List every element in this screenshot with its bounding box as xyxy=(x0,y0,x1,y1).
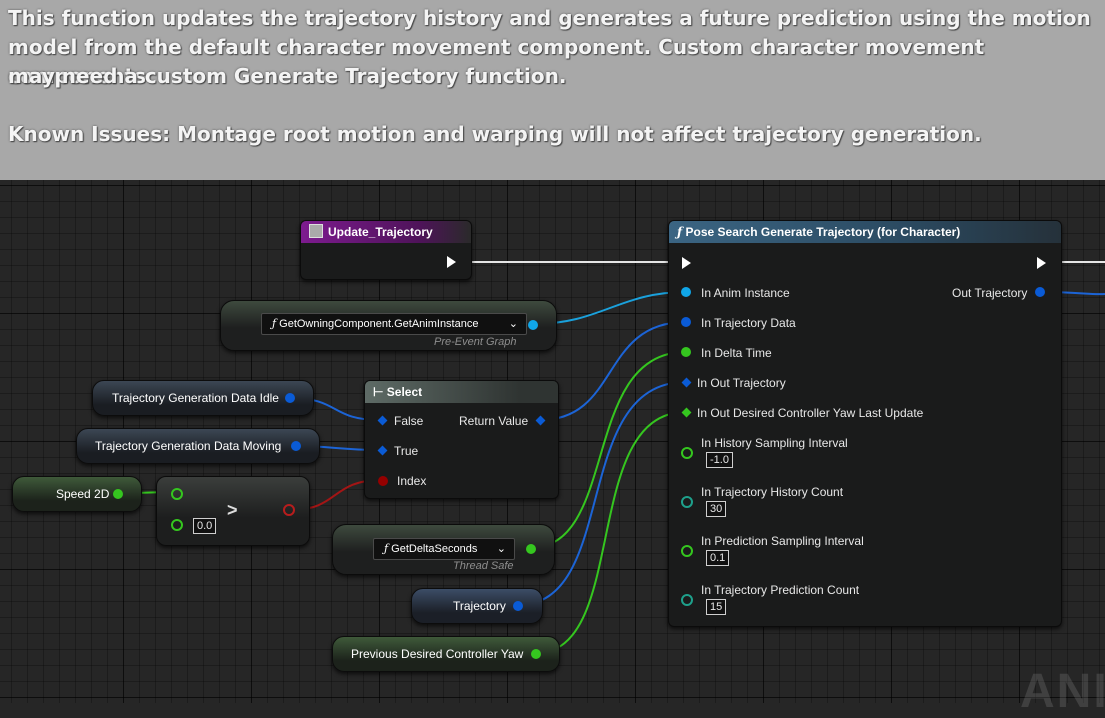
select-title: Select xyxy=(386,385,423,399)
var-speed-2d[interactable]: Speed 2D xyxy=(12,476,142,512)
delta-seconds-label: GetDeltaSeconds xyxy=(391,543,478,555)
in-prediction-sampling-interval-label: In Prediction Sampling Interval xyxy=(701,534,864,548)
compare-operator: > xyxy=(227,500,238,520)
in-out-yaw-label: In Out Desired Controller Yaw Last Updat… xyxy=(697,406,924,420)
select-false-pin[interactable] xyxy=(377,415,388,426)
delta-seconds-out-pin[interactable] xyxy=(526,544,536,554)
in-anim-instance-pin[interactable] xyxy=(681,287,691,297)
yaw-var-label: Previous Desired Controller Yaw xyxy=(351,647,524,661)
history-sampling-interval-input[interactable]: -1.0 xyxy=(706,452,733,468)
select-index-pin[interactable] xyxy=(378,476,388,486)
exec-in-pin[interactable] xyxy=(682,257,691,269)
trajectory-prediction-count-input[interactable]: 15 xyxy=(706,599,727,615)
moving-var-label: Trajectory Generation Data Moving xyxy=(95,439,282,453)
anim-instance-selector[interactable]: ƒ GetOwningComponent.GetAnimInstance ⌄ xyxy=(261,313,527,335)
exec-then-pin[interactable] xyxy=(1037,257,1046,269)
generate-trajectory-header: ƒ Pose Search Generate Trajectory (for C… xyxy=(669,221,1061,243)
generate-trajectory-title: Pose Search Generate Trajectory (for Cha… xyxy=(685,225,961,239)
in-trajectory-data-label: In Trajectory Data xyxy=(701,316,796,330)
idle-out-pin[interactable] xyxy=(285,393,295,403)
watermark: ANI xyxy=(1020,665,1105,718)
out-trajectory-pin[interactable] xyxy=(1035,287,1045,297)
compare-b-value[interactable]: 0.0 xyxy=(193,518,217,534)
var-trajectory-data-idle[interactable]: Trajectory Generation Data Idle xyxy=(92,380,314,416)
blueprint-graph[interactable]: Update_Trajectory ƒ GetOwningComponent.G… xyxy=(0,180,1105,716)
delta-seconds-node[interactable]: ƒ GetDeltaSeconds ⌄ Thread Safe xyxy=(332,524,555,575)
idle-var-label: Trajectory Generation Data Idle xyxy=(112,391,279,405)
in-trajectory-history-count-label: In Trajectory History Count xyxy=(701,485,844,499)
select-icon: ⊢ xyxy=(373,385,384,399)
compare-out-pin[interactable] xyxy=(283,504,295,516)
select-return-pin[interactable] xyxy=(535,415,546,426)
comment-line-4: Known Issues: Montage root motion and wa… xyxy=(8,122,982,146)
in-delta-time-label: In Delta Time xyxy=(701,346,772,360)
delta-seconds-context: Thread Safe xyxy=(453,560,514,572)
select-true-pin[interactable] xyxy=(377,445,388,456)
select-index-label: Index xyxy=(397,474,427,488)
in-trajectory-data-pin[interactable] xyxy=(681,317,691,327)
in-anim-instance-label: In Anim Instance xyxy=(701,286,790,300)
event-node-title: Update_Trajectory xyxy=(328,225,433,239)
event-node-update-trajectory[interactable]: Update_Trajectory xyxy=(300,220,472,280)
select-false-label: False xyxy=(394,414,424,428)
select-return-label: Return Value xyxy=(459,414,529,428)
anim-instance-out-pin[interactable] xyxy=(528,320,538,330)
yaw-out-pin[interactable] xyxy=(531,649,541,659)
in-trajectory-prediction-count-label: In Trajectory Prediction Count xyxy=(701,583,860,597)
return-wire xyxy=(539,321,687,421)
in-history-sampling-interval-label: In History Sampling Interval xyxy=(701,436,848,450)
select-true-label: True xyxy=(394,444,419,458)
var-previous-desired-controller-yaw[interactable]: Previous Desired Controller Yaw xyxy=(332,636,560,672)
chevron-down-icon: ⌄ xyxy=(496,543,506,555)
delta-seconds-selector[interactable]: ƒ GetDeltaSeconds ⌄ xyxy=(373,538,515,560)
event-node-header: Update_Trajectory xyxy=(301,221,471,243)
anim-instance-label: GetOwningComponent.GetAnimInstance xyxy=(279,318,479,330)
in-out-yaw-pin[interactable] xyxy=(681,407,692,418)
compare-a-pin[interactable] xyxy=(171,488,183,500)
speed-out-pin[interactable] xyxy=(113,489,123,499)
select-header: ⊢ Select xyxy=(365,381,558,403)
out-trajectory-label: Out Trajectory xyxy=(952,286,1028,300)
trajectory-out-pin[interactable] xyxy=(513,601,523,611)
anim-instance-context: Pre-Event Graph xyxy=(434,336,517,348)
comment-line-1: This function updates the trajectory his… xyxy=(8,6,1091,30)
speed-var-label: Speed 2D xyxy=(56,487,110,501)
compare-b-pin[interactable] xyxy=(171,519,183,531)
in-out-trajectory-pin[interactable] xyxy=(681,377,692,388)
prediction-sampling-interval-input[interactable]: 0.1 xyxy=(706,550,730,566)
in-out-trajectory-label: In Out Trajectory xyxy=(697,376,786,390)
in-prediction-sampling-interval-pin[interactable] xyxy=(681,545,693,557)
trajectory-history-count-input[interactable]: 30 xyxy=(706,501,727,517)
var-trajectory[interactable]: Trajectory xyxy=(411,588,543,624)
function-icon: ƒ xyxy=(384,542,389,555)
chevron-down-icon: ⌄ xyxy=(508,318,518,330)
function-icon: ƒ xyxy=(272,317,277,330)
generate-trajectory-node[interactable]: ƒ Pose Search Generate Trajectory (for C… xyxy=(668,220,1062,627)
comment-box: This function updates the trajectory his… xyxy=(0,0,1105,180)
in-history-sampling-interval-pin[interactable] xyxy=(681,447,693,459)
exec-out-pin[interactable] xyxy=(447,256,456,268)
select-node[interactable]: ⊢ Select False True Index Return Value xyxy=(364,380,559,499)
in-trajectory-history-count-pin[interactable] xyxy=(681,496,693,508)
compare-node[interactable]: 0.0 > xyxy=(156,476,310,546)
moving-out-pin[interactable] xyxy=(291,441,301,451)
in-trajectory-prediction-count-pin[interactable] xyxy=(681,594,693,606)
in-delta-time-pin[interactable] xyxy=(681,347,691,357)
function-icon: ƒ xyxy=(677,225,683,239)
comment-line-3: may need a custom Generate Trajectory fu… xyxy=(8,64,567,88)
trajectory-var-label: Trajectory xyxy=(453,599,506,613)
var-trajectory-data-moving[interactable]: Trajectory Generation Data Moving xyxy=(76,428,320,464)
anim-instance-node[interactable]: ƒ GetOwningComponent.GetAnimInstance ⌄ P… xyxy=(220,300,557,351)
event-icon xyxy=(309,224,323,238)
